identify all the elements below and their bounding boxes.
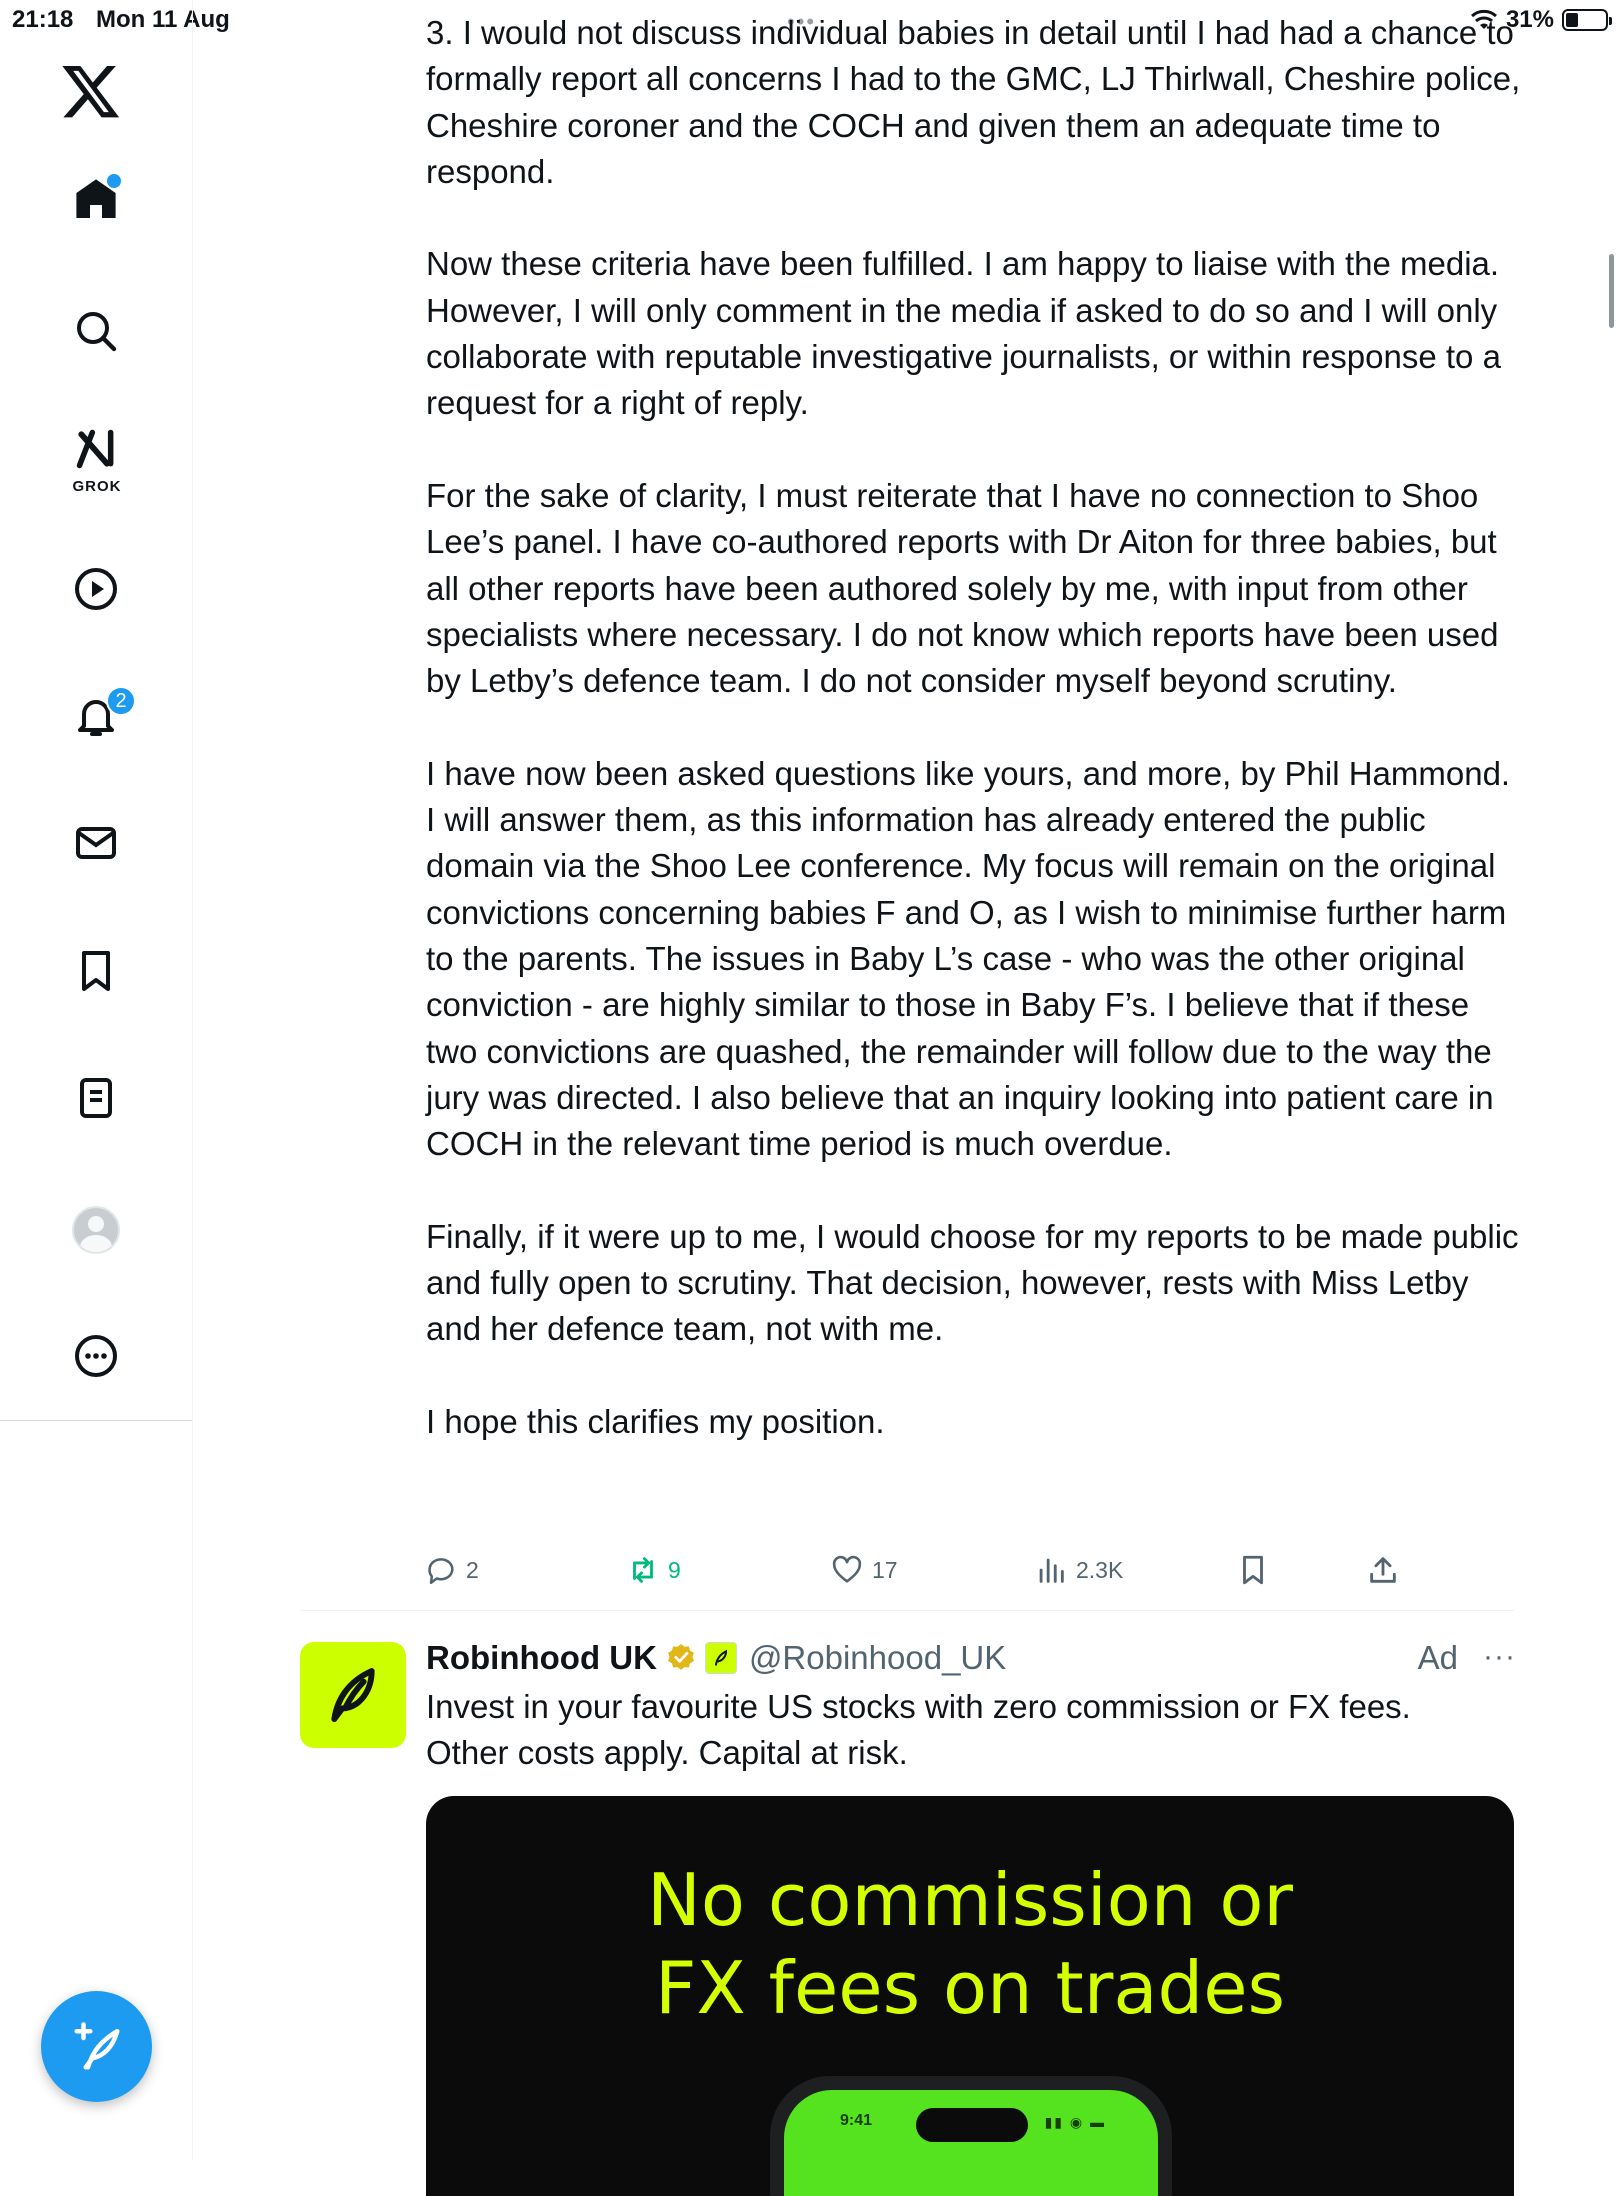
tweet-action-bar: 2 9 17 2.3K [424, 1548, 1424, 1592]
tweet-paragraph: I have now been asked questions like you… [426, 754, 1511, 1163]
phone-time: 9:41 [840, 2112, 873, 2129]
views-button[interactable]: 2.3K [1034, 1548, 1123, 1592]
list-document-icon [80, 1078, 112, 1118]
bookmark-button[interactable] [1236, 1548, 1270, 1592]
ad-avatar[interactable] [300, 1642, 406, 1748]
tweet-paragraph: I hope this clarifies my position. [426, 1402, 885, 1440]
sidebar-border [192, 1420, 193, 2160]
more-circle-icon [75, 1335, 117, 1377]
ad-account-handle[interactable]: @Robinhood_UK [749, 1639, 1006, 1677]
ad-text-line: Invest in your favourite US stocks with … [426, 1688, 1411, 1725]
search-icon [77, 312, 117, 352]
sidebar-item-video[interactable] [50, 543, 142, 635]
sidebar-nav: GROK 2 [0, 0, 193, 1421]
reply-bubble-icon [428, 1558, 454, 1585]
repost-icon [633, 1557, 653, 1583]
views-count: 2.3K [1076, 1556, 1124, 1583]
tweet-divider [300, 1610, 1514, 1611]
share-upload-icon [1370, 1557, 1396, 1583]
verified-gold-badge-icon [668, 1644, 694, 1670]
sidebar-item-more[interactable] [50, 1310, 142, 1402]
repost-count: 9 [668, 1556, 681, 1583]
repost-button[interactable]: 9 [626, 1548, 681, 1592]
ad-label: Ad [1417, 1639, 1458, 1676]
compose-button[interactable] [41, 1991, 152, 2102]
reply-count: 2 [466, 1556, 479, 1583]
battery-icon [1562, 9, 1612, 31]
grok-icon [76, 429, 114, 469]
phone-illustration: 9:41 ▮▮ ◉ ▬ [770, 2076, 1172, 2196]
like-button[interactable]: 17 [830, 1548, 898, 1592]
ad-text: Invest in your favourite US stocks with … [426, 1684, 1516, 1777]
tweet-paragraph: Finally, if it were up to me, I would ch… [426, 1217, 1519, 1348]
tweet-body: 3. I would not discuss individual babies… [426, 10, 1526, 1445]
scrollbar-thumb[interactable] [1609, 254, 1614, 328]
sidebar-item-lists[interactable] [50, 1052, 142, 1144]
share-button[interactable] [1366, 1548, 1400, 1592]
grok-label: GROK [72, 478, 122, 495]
sidebar-item-bookmarks[interactable] [50, 925, 142, 1017]
sidebar-item-notifications[interactable] [50, 670, 142, 762]
feather-logo-icon [331, 1668, 375, 1722]
ad-media-headline: No commission or FX fees on trades [426, 1856, 1514, 2032]
home-unread-dot [107, 174, 121, 188]
ad-header: Robinhood UK @Robinhood_UK Ad ··· [426, 1636, 1516, 1680]
ad-text-line: Other costs apply. Capital at risk. [426, 1734, 908, 1772]
tweet-paragraph: Now these criteria have been fulfilled. … [426, 245, 1501, 422]
tweet-paragraph: For the sake of clarity, I must reiterat… [426, 476, 1499, 700]
like-count: 17 [872, 1556, 898, 1583]
battery-fill [1566, 13, 1578, 27]
x-logo-icon[interactable] [60, 60, 122, 122]
notifications-badge: 2 [106, 686, 136, 716]
ad-media-image[interactable]: No commission or FX fees on trades 9:41 … [426, 1796, 1514, 2196]
phone-dynamic-island [916, 2108, 1028, 2142]
reply-button[interactable]: 2 [424, 1548, 479, 1592]
sidebar-item-profile-avatar[interactable] [72, 1206, 120, 1254]
ad-more-icon[interactable]: ··· [1483, 1640, 1516, 1674]
analytics-bars-icon [1039, 1558, 1064, 1583]
ad-account-name[interactable]: Robinhood UK [426, 1639, 657, 1677]
bookmark-icon [82, 951, 110, 991]
sidebar-item-messages[interactable] [50, 797, 142, 889]
compose-plus-feather-icon [74, 2021, 119, 2069]
bookmark-icon [1243, 1555, 1263, 1585]
sidebar-item-search[interactable] [50, 285, 142, 377]
sidebar-item-home[interactable] [50, 154, 142, 246]
affiliate-badge-icon [704, 1642, 737, 1674]
heart-icon [832, 1555, 862, 1583]
ad-headline-line: FX fees on trades [655, 1946, 1285, 2030]
phone-status-icons: ▮▮ ◉ ▬ [1044, 2114, 1106, 2130]
play-circle-icon [75, 568, 117, 610]
tweet-paragraph: 3. I would not discuss individual babies… [426, 14, 1521, 190]
envelope-icon [76, 827, 116, 859]
ad-headline-line: No commission or [647, 1858, 1293, 1942]
